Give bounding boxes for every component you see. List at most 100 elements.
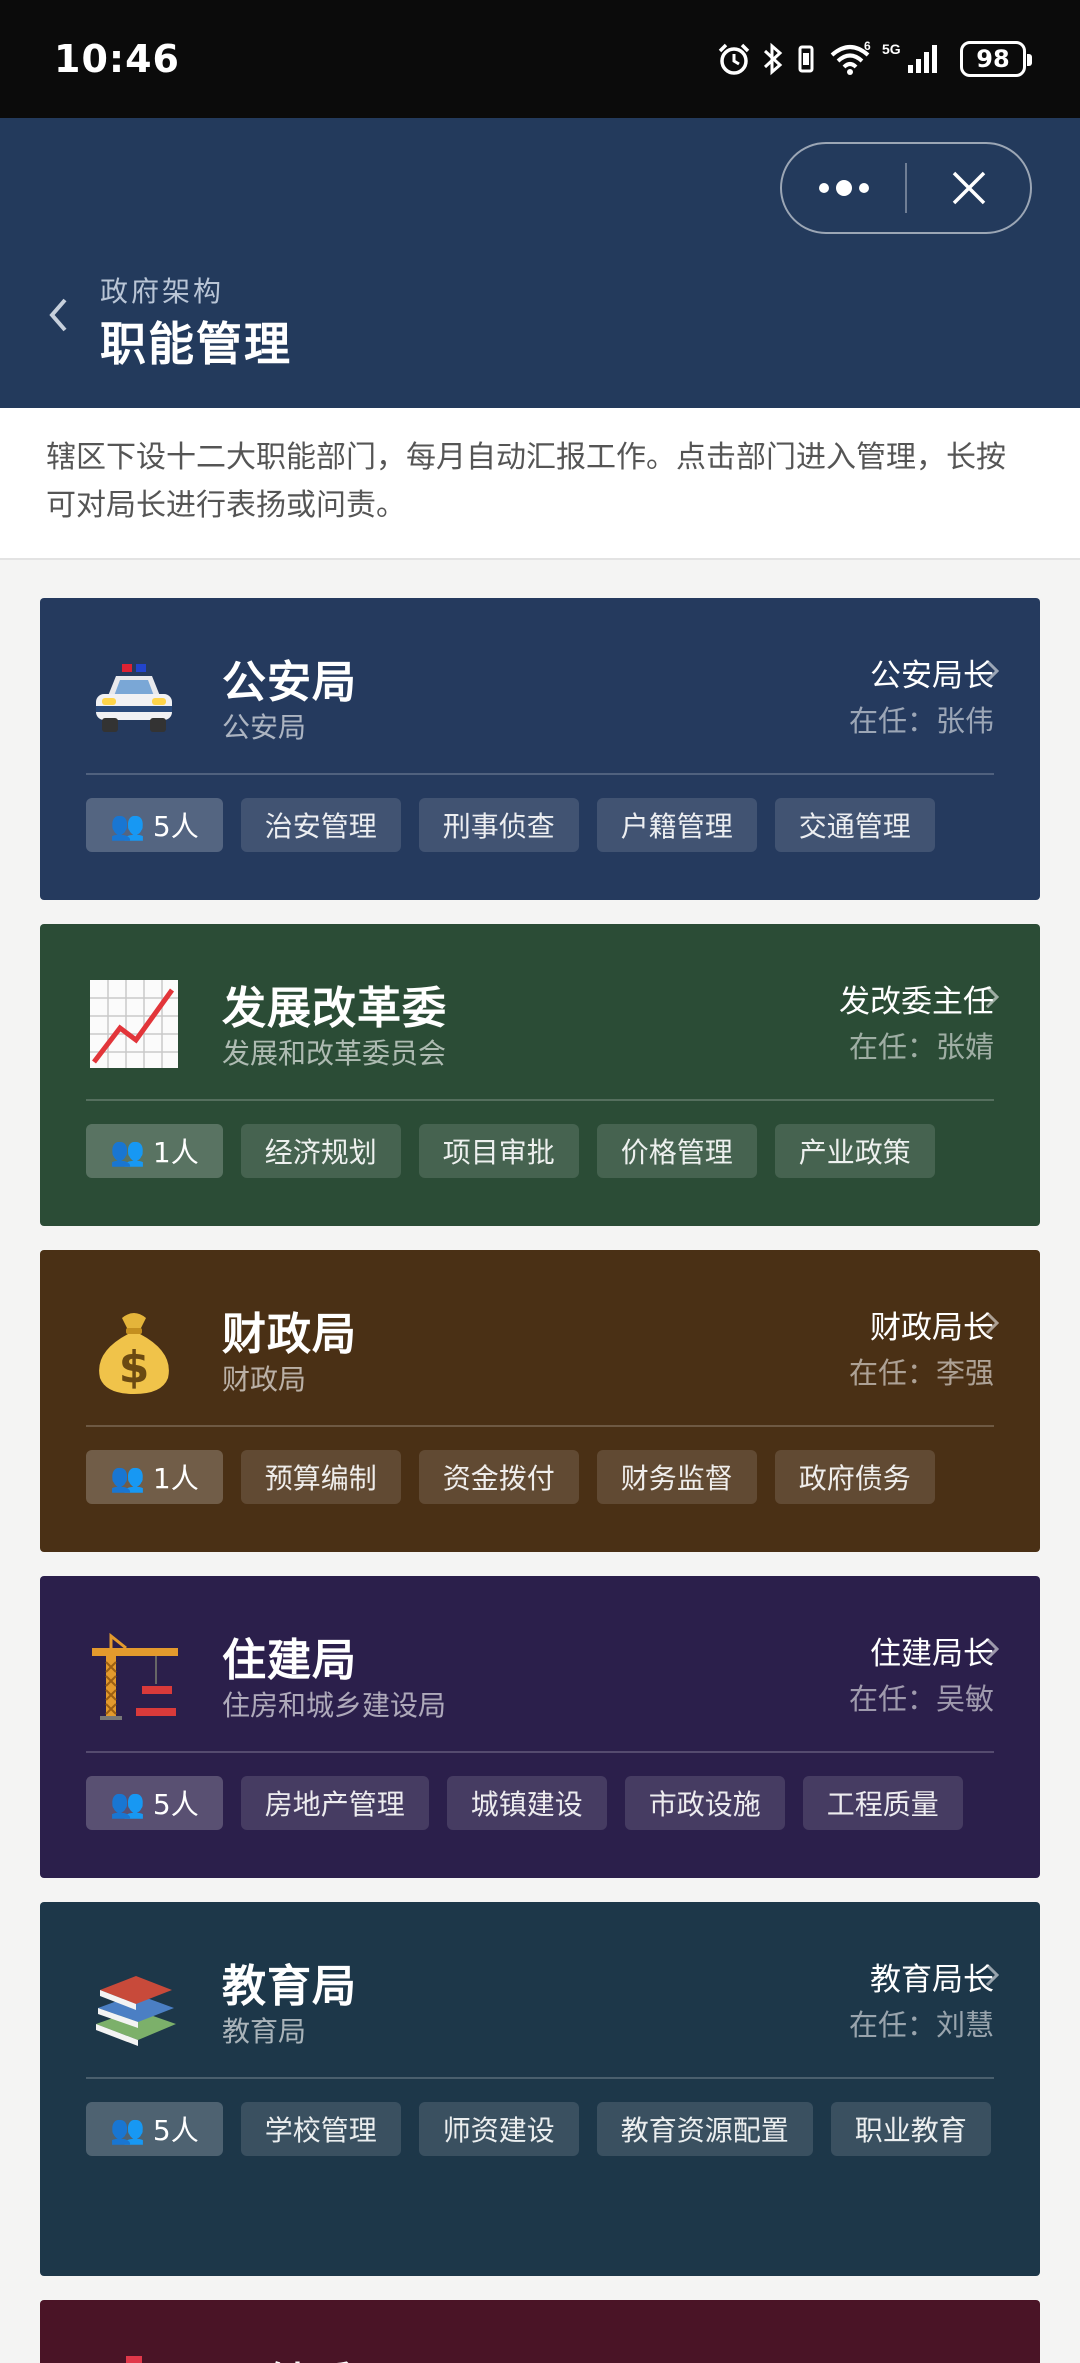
head-incumbent: 在任：张伟 <box>848 704 994 738</box>
head-incumbent: 在任：张婧 <box>848 1030 994 1064</box>
department-name: 卫健委 <box>222 2348 357 2363</box>
money-bag-icon: $ <box>86 1302 182 1398</box>
function-tag: 工程质量 <box>802 1776 963 1830</box>
function-tag: 城镇建设 <box>446 1776 607 1830</box>
police-car-icon <box>86 650 182 746</box>
staff-count-badge: 👥 1人 <box>86 1124 223 1178</box>
back-button[interactable] <box>38 290 78 340</box>
department-full-name: 住房和城乡建设局 <box>222 1689 447 1722</box>
svg-text:5G: 5G <box>882 41 901 57</box>
card-divider <box>86 1425 994 1427</box>
function-tag: 预算编制 <box>240 1450 401 1504</box>
department-name: 财政局 <box>222 1309 357 1360</box>
head-role: 财政局长 <box>870 1310 994 1346</box>
close-button[interactable] <box>907 144 1030 232</box>
staff-count: 5人 <box>152 2114 199 2147</box>
staff-count: 1人 <box>152 1462 199 1495</box>
function-tag: 户籍管理 <box>596 798 757 852</box>
people-icon: 👥 <box>110 2112 145 2146</box>
function-tag: 项目审批 <box>418 1124 579 1178</box>
function-tag: 刑事侦查 <box>418 798 579 852</box>
chevron-right-icon <box>985 985 1000 1009</box>
function-tags: 👥 5人 治安管理 刑事侦查 户籍管理 交通管理 <box>86 798 994 852</box>
mini-program-capsule <box>780 142 1032 234</box>
function-tags: 👥 5人 学校管理 师资建设 教育资源配置 职业教育 <box>86 2102 994 2156</box>
department-name: 教育局 <box>222 1961 357 2012</box>
head-role: 发改委主任 <box>839 984 994 1020</box>
page-header: 政府架构 职能管理 <box>0 118 1080 408</box>
function-tag: 交通管理 <box>774 798 935 852</box>
function-tag: 价格管理 <box>596 1124 757 1178</box>
head-incumbent: 在任：刘慧 <box>848 2008 994 2042</box>
battery-level: 98 <box>976 45 1010 73</box>
books-icon <box>86 1954 182 2050</box>
function-tag: 职业教育 <box>830 2102 991 2156</box>
function-tag: 师资建设 <box>418 2102 579 2156</box>
function-tags: 👥 5人 房地产管理 城镇建设 市政设施 工程质量 <box>86 1776 994 1830</box>
hospital-icon <box>86 2352 182 2363</box>
head-role: 教育局长 <box>870 1962 994 1998</box>
staff-count: 5人 <box>152 1788 199 1821</box>
back-arrow-icon <box>49 298 67 332</box>
page-description: 辖区下设十二大职能部门，每月自动汇报工作。点击部门进入管理，长按可对局长进行表扬… <box>0 408 1080 560</box>
staff-count: 5人 <box>152 810 199 843</box>
department-full-name: 教育局 <box>222 2015 307 2048</box>
staff-count: 1人 <box>152 1136 199 1169</box>
function-tags: 👥 1人 预算编制 资金拨付 财务监督 政府债务 <box>86 1450 994 1504</box>
department-full-name: 财政局 <box>222 1363 307 1396</box>
department-full-name: 公安局 <box>222 711 307 744</box>
department-card[interactable]: 教育局 教育局 教育局长 在任：刘慧 👥 5人 学校管理 师资建设 教育资源配置 职业教育 <box>40 1902 1040 2276</box>
close-icon <box>952 171 985 205</box>
signal-5g-icon: 5G <box>882 41 937 73</box>
department-card[interactable]: 发展改革委 发展和改革委员会 发改委主任 在任：张婧 👥 1人 经济规划 项目审批 价格管理 产业… <box>40 924 1040 1226</box>
card-divider <box>86 1099 994 1101</box>
status-bar: 10:46 6 5G 98 <box>0 0 1080 118</box>
department-card[interactable]: 住建局 住房和城乡建设局 住建局长 在任：吴敏 👥 5人 房地产管理 城镇建设 市政设施 工程质量 <box>40 1576 1040 1878</box>
battery-icon: 98 <box>960 41 1032 77</box>
people-icon: 👥 <box>110 1786 145 1820</box>
function-tag: 房地产管理 <box>240 1776 429 1830</box>
head-role: 公安局长 <box>870 658 994 694</box>
chevron-right-icon <box>985 1311 1000 1335</box>
department-card[interactable]: 卫健委 <box>40 2300 1040 2363</box>
head-incumbent: 在任：李强 <box>848 1356 994 1390</box>
department-name: 公安局 <box>222 657 357 708</box>
function-tag: 经济规划 <box>240 1124 401 1178</box>
function-tag: 政府债务 <box>774 1450 935 1504</box>
vibrate-icon <box>798 45 814 73</box>
chart-increasing-icon <box>86 976 182 1072</box>
construction-crane-icon <box>86 1628 182 1724</box>
wifi-icon: 6 <box>830 41 871 75</box>
function-tag: 学校管理 <box>240 2102 401 2156</box>
head-incumbent: 在任：吴敏 <box>848 1682 994 1716</box>
chevron-right-icon <box>985 1637 1000 1661</box>
chevron-right-icon <box>985 659 1000 683</box>
function-tags: 👥 1人 经济规划 项目审批 价格管理 产业政策 <box>86 1124 994 1178</box>
staff-count-badge: 👥 5人 <box>86 798 223 852</box>
more-dots-icon <box>818 180 869 196</box>
chevron-right-icon <box>985 1963 1000 1987</box>
department-name: 住建局 <box>222 1635 357 1686</box>
alarm-icon <box>718 43 750 75</box>
function-tag: 教育资源配置 <box>596 2102 813 2156</box>
status-icons: 6 5G 98 <box>716 41 1032 77</box>
department-card[interactable]: $ 财政局 财政局 财政局长 在任：李强 👥 1人 预算编制 资金拨付 财务监督 政府债务 <box>40 1250 1040 1552</box>
head-role: 住建局长 <box>870 1636 994 1672</box>
department-card[interactable]: 公安局 公安局 公安局长在任：张伟 👥 5人 治安管理 刑事侦查 户籍管理 交通管理 <box>40 598 1040 900</box>
more-button[interactable] <box>782 144 905 232</box>
function-tag: 资金拨付 <box>418 1450 579 1504</box>
card-divider <box>86 2077 994 2079</box>
page-title: 职能管理 <box>100 317 292 371</box>
card-divider <box>86 1751 994 1753</box>
staff-count-badge: 👥 1人 <box>86 1450 223 1504</box>
staff-count-badge: 👥 5人 <box>86 2102 223 2156</box>
bluetooth-icon <box>763 42 783 76</box>
people-icon: 👥 <box>110 1460 145 1494</box>
people-icon: 👥 <box>110 808 145 842</box>
page-subtitle: 政府架构 <box>100 275 225 308</box>
people-icon: 👥 <box>110 1134 145 1168</box>
function-tag: 产业政策 <box>774 1124 935 1178</box>
department-name: 发展改革委 <box>222 983 447 1034</box>
card-divider <box>86 773 994 775</box>
function-tag: 财务监督 <box>596 1450 757 1504</box>
